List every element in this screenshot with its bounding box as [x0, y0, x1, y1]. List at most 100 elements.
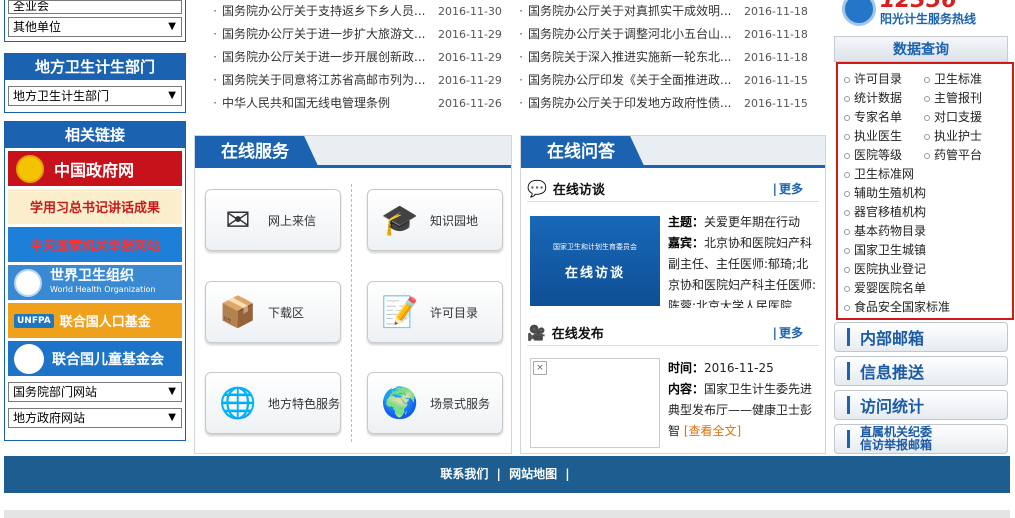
news-item[interactable]: · 国务院办公厅关于进一步开展创新政... 2016-11-29	[208, 46, 502, 69]
local-dept-select-value: 地方卫生计生部门	[13, 89, 110, 103]
dq-item[interactable]: 医院等级	[844, 146, 924, 165]
data-query-title: 数据查询	[834, 36, 1008, 62]
dq-item[interactable]: 统计数据	[844, 89, 924, 108]
unit-select-1[interactable]: 全业会	[8, 0, 182, 14]
dq-item[interactable]: 许可目录	[844, 70, 924, 89]
dq-row: 基本药物目录	[844, 222, 1012, 241]
online-letter-button[interactable]: ✉ 网上来信	[205, 189, 341, 251]
dq-item[interactable]: 爱婴医院名单	[844, 279, 1004, 298]
xi-speech-banner[interactable]: 学用习总书记讲话成果	[8, 189, 182, 224]
news-title[interactable]: 中华人民共和国无线电管理条例	[222, 92, 432, 115]
gov-cn-banner[interactable]: 中国政府网	[8, 151, 182, 186]
news-title[interactable]: 国务院办公厅关于印发地方政府性债...	[528, 92, 738, 115]
accent-bar	[847, 430, 850, 448]
dq-item-label: 医院执业登记	[854, 262, 927, 276]
who-banner[interactable]: 世界卫生组织 World Health Organization	[8, 265, 182, 300]
release-image[interactable]: ×	[530, 358, 660, 448]
report-site-banner[interactable]: 中央国家机关举报网站	[8, 227, 182, 262]
dq-item[interactable]: 卫生标准	[924, 70, 1004, 89]
dq-item[interactable]: 执业护士	[924, 127, 1004, 146]
related-links-box: 相关链接 中国政府网 学用习总书记讲话成果 中央国家机关举报网站 世界卫生组织 W…	[4, 121, 186, 441]
local-dept-select[interactable]: 地方卫生计生部门 ▼	[8, 86, 182, 106]
scenario-service-button[interactable]: 🌍 场景式服务	[367, 372, 503, 434]
news-item[interactable]: · 国务院关于同意将江苏省高邮市列为... 2016-11-29	[208, 69, 502, 92]
internal-mail-button[interactable]: 内部邮箱	[834, 322, 1008, 352]
news-item[interactable]: · 国务院办公厅关于进一步扩大旅游文... 2016-11-29	[208, 23, 502, 46]
dq-item[interactable]: 专家名单	[844, 108, 924, 127]
info-push-button[interactable]: 信息推送	[834, 356, 1008, 386]
bullet-icon	[844, 304, 850, 311]
dq-item[interactable]: 对口支援	[924, 108, 1004, 127]
dq-item[interactable]: 执业医生	[844, 127, 924, 146]
online-services-title: 在线服务	[195, 136, 319, 168]
news-list-left: · 国务院办公厅关于支持返乡下乡人员... 2016-11-30 · 国务院办公厅关于…	[208, 0, 502, 115]
bullet-icon: ·	[519, 96, 523, 110]
news-item[interactable]: · 国务院办公厅关于印发地方政府性债... 2016-11-15	[514, 92, 808, 115]
dq-item[interactable]: 卫生标准网	[844, 165, 1004, 184]
top-select-box: 全业会 其他单位 ▼	[4, 0, 186, 42]
unicef-banner[interactable]: 联合国儿童基金会	[8, 341, 182, 376]
news-title[interactable]: 国务院办公厅关于进一步开展创新政...	[222, 46, 432, 69]
visit-stats-button[interactable]: 访问统计	[834, 390, 1008, 420]
dq-item[interactable]: 国家卫生城镇	[844, 241, 1004, 260]
news-title[interactable]: 国务院关于同意将江苏省高邮市列为...	[222, 69, 432, 92]
accent-bar	[847, 362, 850, 380]
news-item[interactable]: · 国务院办公厅印发《关于全面推进政... 2016-11-15	[514, 69, 808, 92]
dq-item[interactable]: 主管报刊	[924, 89, 1004, 108]
news-item[interactable]: · 国务院办公厅关于支持返乡下乡人员... 2016-11-30	[208, 0, 502, 23]
dq-item-label: 国家卫生城镇	[854, 243, 927, 257]
news-item[interactable]: · 国务院关于深入推进实施新一轮东北... 2016-11-18	[514, 46, 808, 69]
chevron-down-icon: ▼	[168, 90, 176, 101]
knowledge-button[interactable]: 🎓 知识园地	[367, 189, 503, 251]
dq-item[interactable]: 器官移植机构	[844, 203, 1004, 222]
gov-cn-label: 中国政府网	[54, 160, 135, 180]
unicef-label: 联合国儿童基金会	[52, 351, 164, 368]
footer-separator: |	[496, 467, 501, 481]
dq-item[interactable]: 药管平台	[924, 146, 1004, 165]
news-title[interactable]: 国务院办公厅印发《关于全面推进政...	[528, 69, 738, 92]
news-item[interactable]: · 国务院办公厅关于对真抓实干成效明... 2016-11-18	[514, 0, 808, 23]
news-item[interactable]: · 国务院办公厅关于调整河北小五台山... 2016-11-18	[514, 23, 808, 46]
license-catalog-button[interactable]: 📝 许可目录	[367, 281, 503, 343]
interview-label: 在线访谈	[552, 183, 605, 198]
interview-info: 主题：关爱更年期在行动 嘉宾：北京协和医院妇产科副主任、主任医师:郁琦;北京协和…	[668, 212, 818, 308]
contact-us-link[interactable]: 联系我们	[440, 467, 488, 481]
local-gov-select[interactable]: 地方政府网站 ▼	[8, 408, 182, 428]
local-service-button[interactable]: 🌐 地方特色服务	[205, 372, 341, 434]
dq-item-label: 执业医生	[854, 129, 903, 143]
bullet-icon: ·	[519, 27, 523, 41]
topic-value[interactable]: 关爱更年期在行动	[704, 215, 800, 229]
bullet-icon	[844, 247, 850, 254]
news-title[interactable]: 国务院办公厅关于调整河北小五台山...	[528, 23, 738, 46]
news-item[interactable]: · 中华人民共和国无线电管理条例 2016-11-26	[208, 92, 502, 115]
hotline-banner[interactable]: 12356 阳光计生服务热线	[836, 0, 1006, 30]
download-button[interactable]: 📦 下载区	[205, 281, 341, 343]
bullet-icon	[844, 114, 850, 121]
dq-item-label: 食品安全国家标准	[854, 300, 951, 314]
release-more-link[interactable]: 更多	[773, 324, 803, 341]
local-dept-title: 地方卫生计生部门	[5, 54, 185, 80]
other-unit-select[interactable]: 其他单位 ▼	[8, 17, 182, 37]
report-site-label: 中央国家机关举报网站	[29, 239, 160, 254]
bullet-icon	[844, 285, 850, 292]
unfpa-banner[interactable]: UNFPA 联合国人口基金	[8, 303, 182, 338]
xi-speech-label: 学用习总书记讲话成果	[29, 201, 160, 216]
bullet-icon	[844, 228, 850, 235]
dq-row: 器官移植机构	[844, 203, 1012, 222]
interview-image[interactable]: 国家卫生和计划生育委员会 在线访谈	[530, 216, 660, 306]
dq-item[interactable]: 医院执业登记	[844, 260, 1004, 279]
dq-item[interactable]: 辅助生殖机构	[844, 184, 1004, 203]
dq-item[interactable]: 基本药物目录	[844, 222, 1004, 241]
news-title[interactable]: 国务院关于深入推进实施新一轮东北...	[528, 46, 738, 69]
dq-item[interactable]: 食品安全国家标准	[844, 298, 1004, 317]
news-title[interactable]: 国务院办公厅关于支持返乡下乡人员...	[222, 0, 432, 23]
report-mailbox-button[interactable]: 直属机关纪委 信访举报邮箱	[834, 424, 1008, 454]
interview-more-link[interactable]: 更多	[773, 180, 803, 197]
accent-bar	[847, 396, 850, 414]
view-all-link[interactable]: [查看全文]	[684, 424, 741, 438]
state-council-select[interactable]: 国务院部门网站 ▼	[8, 382, 182, 402]
news-title[interactable]: 国务院办公厅关于对真抓实干成效明...	[528, 0, 738, 23]
sitemap-link[interactable]: 网站地图	[509, 467, 557, 481]
data-query-list: 许可目录 卫生标准 统计数据 主管报刊 专家名单 对口支援 执业医生 执业护士 医院等级…	[836, 62, 1014, 320]
news-title[interactable]: 国务院办公厅关于进一步扩大旅游文...	[222, 23, 432, 46]
